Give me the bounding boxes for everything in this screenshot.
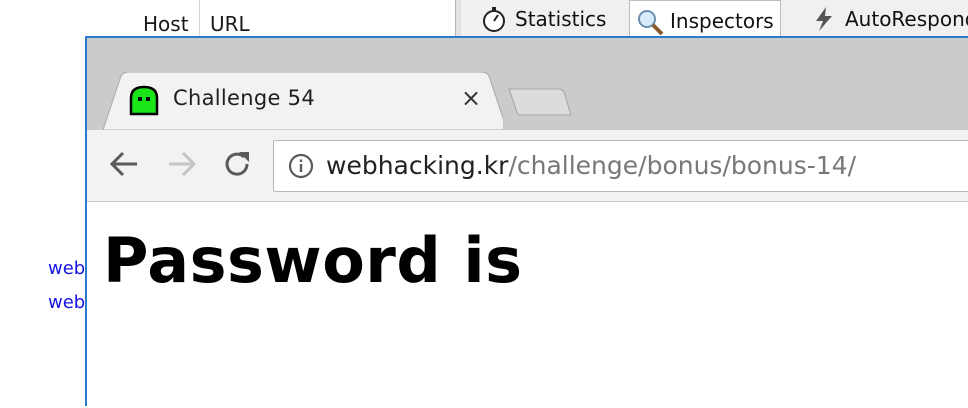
tab-autoresponder[interactable]: AutoResponder	[805, 0, 968, 38]
green-ghost-icon	[128, 84, 160, 116]
info-icon[interactable]	[288, 153, 314, 179]
page-heading: Password is	[103, 224, 523, 297]
page-content: Password is	[87, 202, 968, 408]
url-path: /challenge/bonus/bonus-14/	[508, 151, 857, 180]
lightning-icon	[811, 6, 837, 32]
tab-statistics-label: Statistics	[515, 7, 607, 31]
back-icon[interactable]	[105, 144, 145, 184]
inspector-tabs: Statistics Inspectors AutoResponder	[461, 0, 968, 40]
url-column-header[interactable]: URL	[210, 0, 250, 40]
close-tab-icon[interactable]: ×	[455, 82, 487, 114]
forward-icon[interactable]	[161, 144, 201, 184]
host-column-header[interactable]: Host	[143, 0, 189, 40]
stopwatch-icon	[481, 6, 507, 32]
magnifier-icon	[636, 8, 664, 35]
tab-inspectors[interactable]: Inspectors	[629, 0, 781, 40]
tab-statistics[interactable]: Statistics	[475, 0, 612, 38]
url-text: webhacking.kr/challenge/bonus/bonus-14/	[326, 151, 856, 180]
session-row-link[interactable]: web	[48, 258, 85, 279]
url-host: webhacking.kr	[326, 151, 509, 180]
browser-toolbar: webhacking.kr/challenge/bonus/bonus-14/	[87, 130, 968, 202]
tab-strip: Challenge 54 ×	[87, 38, 968, 130]
session-row-link[interactable]: web	[48, 292, 85, 313]
tab-autoresponder-label: AutoResponder	[845, 7, 968, 31]
tab-title: Challenge 54	[173, 86, 315, 110]
new-tab-button[interactable]	[507, 87, 573, 117]
browser-window: Challenge 54 × webhacking.kr/challenge/b…	[85, 36, 968, 408]
address-bar[interactable]: webhacking.kr/challenge/bonus/bonus-14/	[273, 140, 968, 192]
browser-tab[interactable]: Challenge 54 ×	[103, 72, 503, 130]
reload-icon[interactable]	[217, 144, 257, 184]
column-divider	[199, 0, 200, 40]
tab-inspectors-label: Inspectors	[670, 8, 774, 33]
